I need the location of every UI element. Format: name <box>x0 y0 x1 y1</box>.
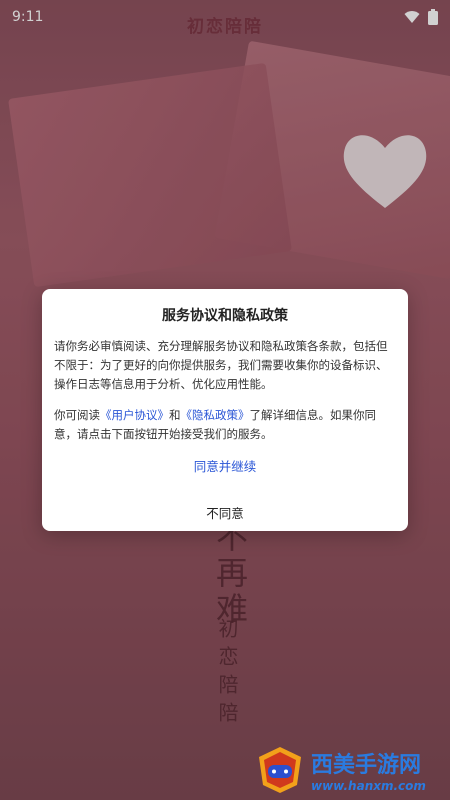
gamepad-logo-icon <box>259 747 301 793</box>
watermark: 西美手游网 www.hanxm.com <box>255 742 445 798</box>
watermark-text: 西美手游网 www.hanxm.com <box>311 747 426 793</box>
disagree-button[interactable]: 不同意 <box>54 503 396 522</box>
dialog-body: 请你务必审慎阅读、充分理解服务协议和隐私政策各条款，包括但不限于：为了更好的向你… <box>54 337 396 444</box>
agreement-dialog: 服务协议和隐私政策 请你务必审慎阅读、充分理解服务协议和隐私政策各条款，包括但不… <box>42 289 408 531</box>
paragraph-2-prefix: 你可阅读 <box>54 408 100 422</box>
paragraph-2-and: 和 <box>169 408 181 422</box>
dialog-paragraph-2: 你可阅读《用户协议》和《隐私政策》了解详细信息。如果你同意，请点击下面按钮开始接… <box>54 406 396 444</box>
watermark-name: 西美手游网 <box>311 752 422 777</box>
dialog-title: 服务协议和隐私政策 <box>162 308 288 324</box>
agree-button[interactable]: 同意并继续 <box>54 456 396 475</box>
watermark-url: www.hanxm.com <box>311 779 426 793</box>
dialog-paragraph-1: 请你务必审慎阅读、充分理解服务协议和隐私政策各条款，包括但不限于：为了更好的向你… <box>54 339 388 391</box>
privacy-policy-link[interactable]: 《隐私政策》 <box>181 408 250 422</box>
user-agreement-link[interactable]: 《用户协议》 <box>100 408 169 422</box>
